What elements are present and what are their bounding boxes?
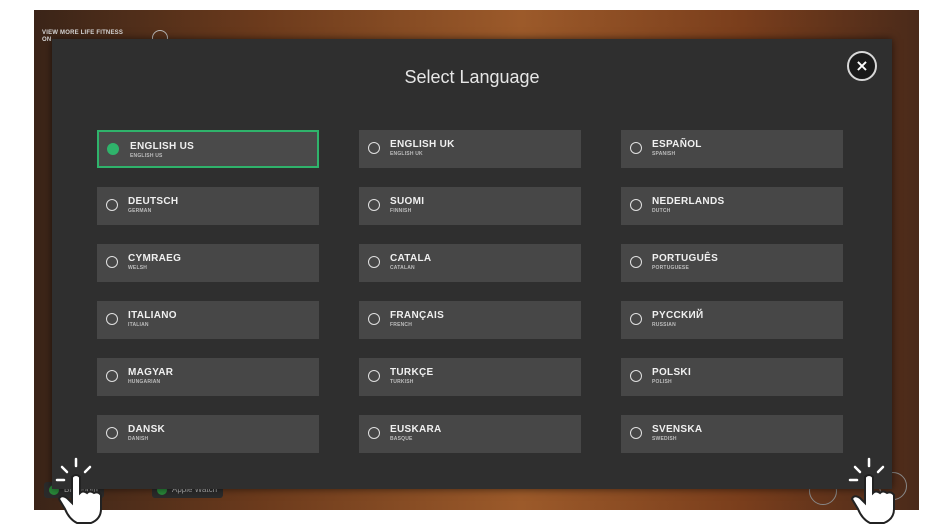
language-english-name: RUSSIAN xyxy=(652,322,676,328)
radio-icon[interactable] xyxy=(368,427,380,439)
language-option-danish[interactable]: DANSK DANISH xyxy=(97,415,319,453)
radio-icon[interactable] xyxy=(630,199,642,211)
language-option-italian[interactable]: ITALIANO ITALIAN xyxy=(97,301,319,339)
modal-title: Select Language xyxy=(404,67,540,87)
language-option-german[interactable]: DEUTSCH GERMAN xyxy=(97,187,319,225)
radio-icon[interactable] xyxy=(630,370,642,382)
language-english-name: POLISH xyxy=(652,379,672,385)
radio-icon[interactable] xyxy=(368,199,380,211)
close-icon: × xyxy=(855,56,869,75)
language-option-english-us[interactable]: ENGLISH US ENGLISH US xyxy=(97,130,319,168)
language-name: ESPAÑOL xyxy=(652,139,702,150)
language-modal: Select Language × ENGLISH US ENGLISH US EN… xyxy=(52,39,892,489)
language-option-swedish[interactable]: SVENSKA SWEDISH xyxy=(621,415,843,453)
language-name: ENGLISH UK xyxy=(390,139,455,150)
language-english-name: FINNISH xyxy=(390,208,412,214)
radio-icon[interactable] xyxy=(630,256,642,268)
language-english-name: DANISH xyxy=(128,436,149,442)
language-option-polish[interactable]: POLSKI POLISH xyxy=(621,358,843,396)
language-english-name: ENGLISH US xyxy=(130,153,163,159)
language-option-dutch[interactable]: NEDERLANDS DUTCH xyxy=(621,187,843,225)
language-name: DEUTSCH xyxy=(128,196,179,207)
tap-hand-icon xyxy=(55,457,102,524)
language-english-name: PORTUGUESE xyxy=(652,265,690,271)
language-name: NEDERLANDS xyxy=(652,196,725,207)
language-option-catalan[interactable]: CATALA CATALAN xyxy=(359,244,581,282)
radio-icon[interactable] xyxy=(106,313,118,325)
language-option-turkish[interactable]: TURKÇE TURKISH xyxy=(359,358,581,396)
tap-hand-icon xyxy=(848,457,895,524)
radio-icon[interactable] xyxy=(106,427,118,439)
radio-icon[interactable] xyxy=(630,313,642,325)
language-english-name: GERMAN xyxy=(128,208,152,214)
radio-icon[interactable] xyxy=(368,256,380,268)
language-option-spanish[interactable]: ESPAÑOL SPANISH xyxy=(621,130,843,168)
radio-icon[interactable] xyxy=(106,256,118,268)
language-name: TURKÇE xyxy=(390,367,434,378)
language-name: POLSKI xyxy=(652,367,692,378)
language-english-name: HUNGARIAN xyxy=(128,379,161,385)
language-english-name: SWEDISH xyxy=(652,436,677,442)
language-option-hungarian[interactable]: MAGYAR HUNGARIAN xyxy=(97,358,319,396)
language-english-name: SPANISH xyxy=(652,151,676,157)
language-option-basque[interactable]: EUSKARA BASQUE xyxy=(359,415,581,453)
language-name: SVENSKA xyxy=(652,424,703,435)
language-option-welsh[interactable]: CYMRAEG WELSH xyxy=(97,244,319,282)
language-english-name: CATALAN xyxy=(390,265,415,271)
language-option-russian[interactable]: PYCCKИЙ RUSSIAN xyxy=(621,301,843,339)
language-name: EUSKARA xyxy=(390,424,442,435)
language-name: DANSK xyxy=(128,424,166,435)
close-button[interactable]: × xyxy=(847,51,877,81)
language-option-finnish[interactable]: SUOMI FINNISH xyxy=(359,187,581,225)
language-english-name: TURKISH xyxy=(390,379,414,385)
language-name: ENGLISH US xyxy=(130,141,195,152)
language-name: ITALIANO xyxy=(128,310,177,321)
language-option-french[interactable]: FRANÇAIS FRENCH xyxy=(359,301,581,339)
language-english-name: BASQUE xyxy=(390,436,413,442)
language-english-name: FRENCH xyxy=(390,322,413,328)
language-option-english-uk[interactable]: ENGLISH UK ENGLISH UK xyxy=(359,130,581,168)
radio-icon[interactable] xyxy=(368,370,380,382)
language-english-name: ITALIAN xyxy=(128,322,149,328)
language-english-name: DUTCH xyxy=(652,208,671,214)
radio-icon[interactable] xyxy=(368,142,380,154)
language-name: FRANÇAIS xyxy=(390,310,445,321)
language-option-portuguese[interactable]: PORTUGUÊS PORTUGUESE xyxy=(621,244,843,282)
radio-icon[interactable] xyxy=(107,143,119,155)
language-name: SUOMI xyxy=(390,196,425,207)
radio-icon[interactable] xyxy=(106,370,118,382)
radio-icon[interactable] xyxy=(106,199,118,211)
radio-icon[interactable] xyxy=(368,313,380,325)
language-name: PORTUGUÊS xyxy=(652,253,719,264)
language-english-name: WELSH xyxy=(128,265,148,271)
radio-icon[interactable] xyxy=(630,427,642,439)
language-english-name: ENGLISH UK xyxy=(390,151,423,157)
language-name: CYMRAEG xyxy=(128,253,182,264)
language-name: PYCCKИЙ xyxy=(652,310,704,321)
language-name: MAGYAR xyxy=(128,367,174,378)
language-name: CATALA xyxy=(390,253,432,264)
radio-icon[interactable] xyxy=(630,142,642,154)
